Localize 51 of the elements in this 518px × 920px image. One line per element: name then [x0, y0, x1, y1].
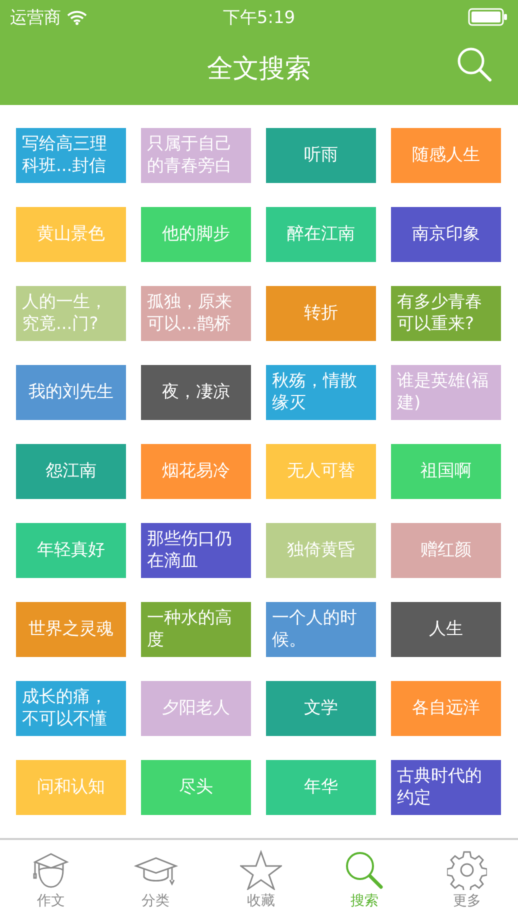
topic-tile[interactable]: 无人可替 — [266, 444, 376, 499]
topic-tile[interactable]: 祖国啊 — [391, 444, 501, 499]
topic-tile[interactable]: 黄山景色 — [16, 207, 126, 262]
settings-icon — [446, 850, 487, 890]
topic-tile[interactable]: 孤独，原来可以...鹊桥 — [141, 286, 251, 341]
topic-tile[interactable]: 古典时代的约定 — [391, 760, 501, 815]
topic-tile[interactable]: 问和认知 — [16, 760, 126, 815]
topic-tile[interactable]: 我的刘先生 — [16, 365, 126, 420]
topic-tile[interactable]: 年轻真好 — [16, 523, 126, 578]
tab-item[interactable]: 更多 — [446, 850, 487, 910]
topic-tile[interactable]: 转折 — [266, 286, 376, 341]
topic-tile[interactable]: 尽头 — [141, 760, 251, 815]
topic-tile[interactable]: 有多少青春可以重来? — [391, 286, 501, 341]
topic-tile[interactable]: 夜，凄凉 — [141, 365, 251, 420]
topic-tile[interactable]: 夕阳老人 — [141, 681, 251, 736]
topic-tile[interactable]: 写给高三理科班...封信 — [16, 128, 126, 183]
tab-item[interactable]: 收藏 — [240, 850, 282, 910]
topic-tile[interactable]: 怨江南 — [16, 444, 126, 499]
tab-item[interactable]: 作文 — [31, 850, 72, 910]
page-title: 全文搜索 — [207, 52, 311, 86]
topic-tile[interactable]: 一个人的时候。 — [266, 602, 376, 657]
topic-tile[interactable]: 只属于自己的青春旁白 — [141, 128, 251, 183]
carrier-name: 运营商 — [10, 6, 61, 28]
topic-tile[interactable]: 人生 — [391, 602, 501, 657]
topic-tile[interactable]: 醉在江南 — [266, 207, 376, 262]
topic-tile[interactable]: 各自远洋 — [391, 681, 501, 736]
topic-tile[interactable]: 他的脚步 — [141, 207, 251, 262]
topic-tile[interactable]: 独倚黄昏 — [266, 523, 376, 578]
topic-tile[interactable]: 那些伤口仍在滴血 — [141, 523, 251, 578]
topic-tile[interactable]: 南京印象 — [391, 207, 501, 262]
topic-tile[interactable]: 一种水的高度 — [141, 602, 251, 657]
tab-item[interactable]: 搜索 — [344, 850, 384, 910]
search-icon — [456, 46, 492, 82]
search-button[interactable] — [456, 46, 492, 82]
topic-tile[interactable]: 秋殇，情散缘灭 — [266, 365, 376, 420]
tab-item[interactable]: 分类 — [134, 850, 178, 910]
battery-icon — [468, 8, 508, 26]
topic-tile[interactable]: 人的一生，究竟...门? — [16, 286, 126, 341]
topic-tile[interactable]: 谁是英雄(福建) — [391, 365, 501, 420]
topic-tile[interactable]: 赠红颜 — [391, 523, 501, 578]
topic-tile[interactable]: 世界之灵魂 — [16, 602, 126, 657]
topic-tile[interactable]: 听雨 — [266, 128, 376, 183]
wifi-icon — [67, 10, 87, 24]
topic-tile[interactable]: 成长的痛，不可以不懂 — [16, 681, 126, 736]
topic-tile[interactable]: 文学 — [266, 681, 376, 736]
status-time: 下午5:19 — [222, 6, 296, 28]
topic-tile[interactable]: 随感人生 — [391, 128, 501, 183]
search-icon — [344, 850, 384, 890]
topic-tile[interactable]: 年华 — [266, 760, 376, 815]
star-icon — [240, 850, 282, 890]
topic-tile[interactable]: 烟花易冷 — [141, 444, 251, 499]
